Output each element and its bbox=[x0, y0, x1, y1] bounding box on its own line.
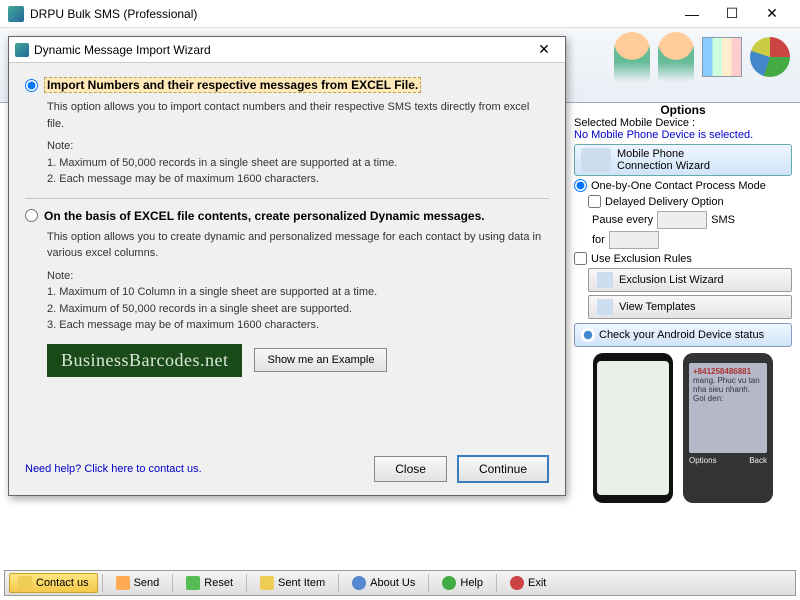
opt2-note3: 3. Each message may be of maximum 1600 c… bbox=[47, 317, 549, 334]
sent-item-button[interactable]: Sent Item bbox=[251, 573, 334, 593]
business-barcodes-banner[interactable]: BusinessBarcodes.net bbox=[47, 344, 242, 377]
opt2-note2: 2. Maximum of 50,000 records in a single… bbox=[47, 301, 549, 318]
person-illustration bbox=[658, 32, 694, 82]
opt1-note2: 2. Each message may be of maximum 1600 c… bbox=[47, 171, 549, 188]
info-icon bbox=[352, 576, 366, 590]
exclusion-label: Use Exclusion Rules bbox=[591, 253, 692, 265]
delayed-delivery-checkbox[interactable] bbox=[588, 195, 601, 208]
reset-label: Reset bbox=[204, 577, 233, 589]
dialog-close-btn[interactable]: Close bbox=[374, 456, 447, 482]
opt2-note-header: Note: bbox=[47, 268, 549, 285]
dialog-title: Dynamic Message Import Wizard bbox=[34, 43, 529, 57]
wizard-line2: Connection Wizard bbox=[617, 160, 710, 172]
opt2-note1: 1. Maximum of 10 Column in a single shee… bbox=[47, 284, 549, 301]
phone-back-label: Back bbox=[749, 456, 767, 465]
opt1-note-header: Note: bbox=[47, 138, 549, 155]
delayed-delivery-label: Delayed Delivery Option bbox=[605, 196, 724, 208]
help-label: Help bbox=[460, 577, 483, 589]
pause-label: Pause every bbox=[592, 214, 653, 226]
main-titlebar: DRPU Bulk SMS (Professional) — ☐ ✕ bbox=[0, 0, 800, 28]
pause-count-input[interactable] bbox=[657, 211, 707, 229]
divider bbox=[25, 198, 549, 199]
about-button[interactable]: About Us bbox=[343, 573, 424, 593]
connection-icon bbox=[581, 148, 611, 172]
minimize-button[interactable]: — bbox=[672, 2, 712, 26]
feature-phone-preview: +841258486881 mang. Phuc vu tan nha sieu… bbox=[683, 353, 773, 503]
templates-icon bbox=[597, 299, 613, 315]
about-label: About Us bbox=[370, 577, 415, 589]
for-label: for bbox=[592, 234, 605, 246]
smartphone-preview bbox=[593, 353, 673, 503]
exit-icon bbox=[510, 576, 524, 590]
view-templates-button[interactable]: View Templates bbox=[588, 295, 792, 319]
reset-button[interactable]: Reset bbox=[177, 573, 242, 593]
opt1-description: This option allows you to import contact… bbox=[47, 99, 549, 132]
close-button[interactable]: ✕ bbox=[752, 2, 792, 26]
person-illustration bbox=[614, 32, 650, 82]
check-status-button[interactable]: Check your Android Device status bbox=[574, 323, 792, 347]
dynamic-messages-label: On the basis of EXCEL file contents, cre… bbox=[44, 209, 485, 223]
send-icon bbox=[116, 576, 130, 590]
exclusion-rules-checkbox[interactable] bbox=[574, 252, 587, 265]
app-icon bbox=[8, 6, 24, 22]
separator bbox=[246, 574, 247, 592]
process-mode-radio[interactable] bbox=[574, 179, 587, 192]
maximize-button[interactable]: ☐ bbox=[712, 2, 752, 26]
options-title: Options bbox=[574, 103, 792, 117]
phone-options-label: Options bbox=[689, 456, 717, 465]
contact-label: Contact us bbox=[36, 577, 89, 589]
spreadsheet-illustration bbox=[702, 37, 742, 77]
dynamic-messages-radio[interactable] bbox=[25, 209, 38, 222]
exclusion-btn-label: Exclusion List Wizard bbox=[619, 274, 724, 286]
process-mode-label: One-by-One Contact Process Mode bbox=[591, 180, 766, 192]
exclusion-icon bbox=[597, 272, 613, 288]
sent-label: Sent Item bbox=[278, 577, 325, 589]
reset-icon bbox=[186, 576, 200, 590]
separator bbox=[172, 574, 173, 592]
show-example-button[interactable]: Show me an Example bbox=[254, 348, 387, 372]
exit-button[interactable]: Exit bbox=[501, 573, 555, 593]
dialog-titlebar: Dynamic Message Import Wizard ✕ bbox=[9, 37, 565, 63]
selected-device-label: Selected Mobile Device : bbox=[574, 117, 792, 129]
opt2-description: This option allows you to create dynamic… bbox=[47, 229, 549, 262]
separator bbox=[102, 574, 103, 592]
status-btn-label: Check your Android Device status bbox=[599, 329, 764, 341]
connection-wizard-button[interactable]: Mobile Phone Connection Wizard bbox=[574, 144, 792, 176]
exit-label: Exit bbox=[528, 577, 546, 589]
feature-phone-screen: +841258486881 mang. Phuc vu tan nha sieu… bbox=[689, 363, 767, 453]
phone-message: mang. Phuc vu tan nha sieu nhanh. Goi de… bbox=[693, 376, 763, 403]
templates-btn-label: View Templates bbox=[619, 301, 696, 313]
help-icon bbox=[442, 576, 456, 590]
sms-label: SMS bbox=[711, 214, 735, 226]
import-excel-label: Import Numbers and their respective mess… bbox=[44, 77, 421, 93]
wizard-line1: Mobile Phone bbox=[617, 148, 710, 160]
no-device-text: No Mobile Phone Device is selected. bbox=[574, 129, 792, 141]
options-panel: Options Selected Mobile Device : No Mobi… bbox=[570, 103, 796, 570]
phone-number: +841258486881 bbox=[693, 367, 763, 376]
smartphone-screen bbox=[597, 361, 669, 495]
dialog-close-button[interactable]: ✕ bbox=[529, 41, 559, 58]
contact-us-button[interactable]: Contact us bbox=[9, 573, 98, 593]
separator bbox=[428, 574, 429, 592]
folder-icon bbox=[260, 576, 274, 590]
app-title: DRPU Bulk SMS (Professional) bbox=[30, 7, 672, 21]
separator bbox=[338, 574, 339, 592]
contact-icon bbox=[18, 576, 32, 590]
help-link[interactable]: Need help? Click here to contact us. bbox=[25, 463, 202, 475]
piechart-illustration bbox=[750, 37, 790, 77]
bottom-toolbar: Contact us Send Reset Sent Item About Us… bbox=[4, 570, 796, 596]
opt1-note1: 1. Maximum of 50,000 records in a single… bbox=[47, 155, 549, 172]
gear-icon bbox=[581, 328, 595, 342]
send-label: Send bbox=[134, 577, 160, 589]
dialog-icon bbox=[15, 43, 29, 57]
dialog-continue-btn[interactable]: Continue bbox=[457, 455, 549, 483]
send-button[interactable]: Send bbox=[107, 573, 169, 593]
import-wizard-dialog: Dynamic Message Import Wizard ✕ Import N… bbox=[8, 36, 566, 496]
separator bbox=[496, 574, 497, 592]
exclusion-wizard-button[interactable]: Exclusion List Wizard bbox=[588, 268, 792, 292]
help-button[interactable]: Help bbox=[433, 573, 492, 593]
pause-duration-input[interactable] bbox=[609, 231, 659, 249]
import-excel-radio[interactable] bbox=[25, 79, 38, 92]
